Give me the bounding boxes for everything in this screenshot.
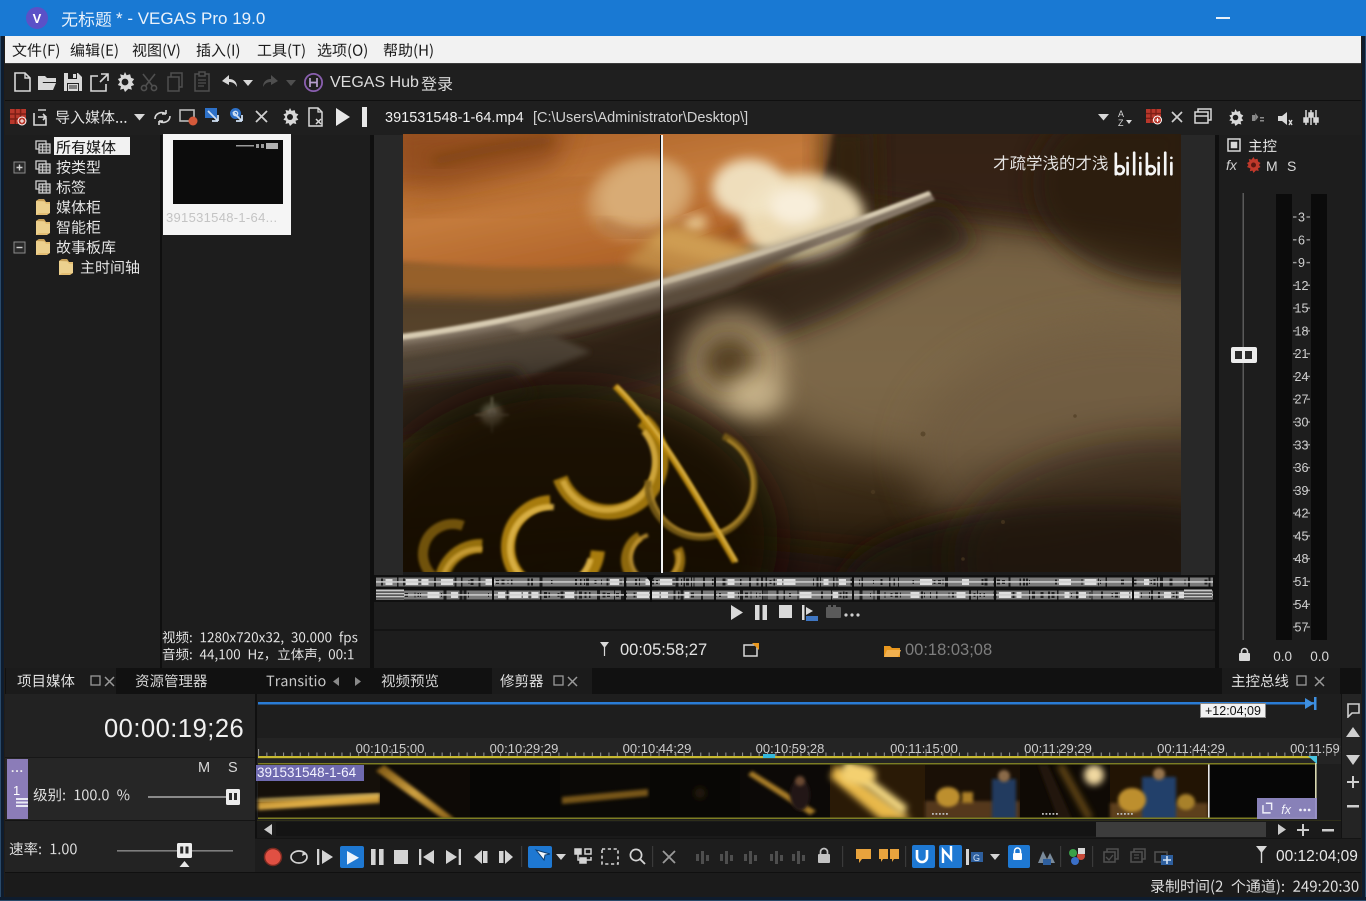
- svg-text:G: G: [973, 853, 980, 863]
